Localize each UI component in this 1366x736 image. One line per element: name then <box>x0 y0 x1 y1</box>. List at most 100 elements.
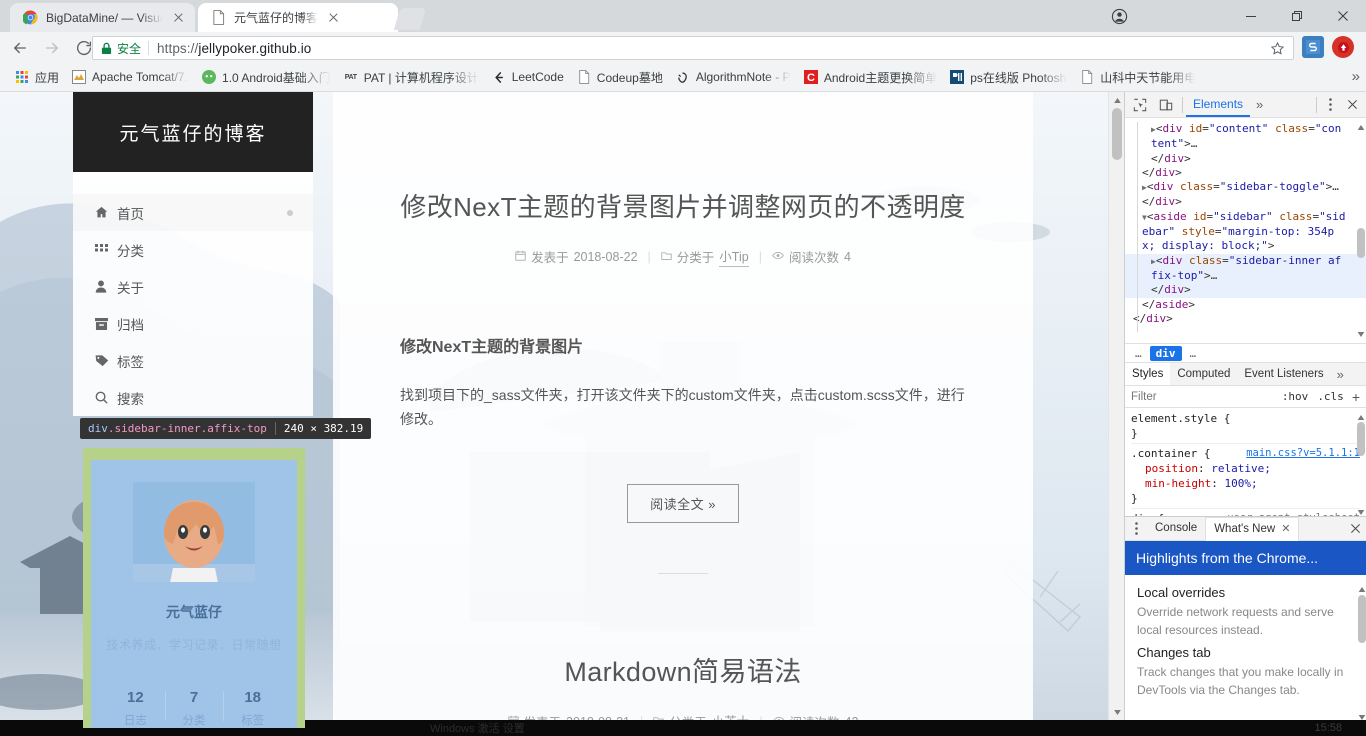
stat-posts[interactable]: 12 日志 <box>106 689 165 728</box>
post-category-link[interactable]: 小Tip <box>719 246 749 268</box>
filter-input[interactable]: Filter <box>1131 391 1273 403</box>
kebab-menu-icon[interactable] <box>1125 522 1147 535</box>
grid-icon <box>95 243 117 256</box>
styles-more-tabs-icon[interactable]: » <box>1331 367 1350 382</box>
bookmark-star-icon[interactable] <box>1270 41 1285 59</box>
stat-number: 18 <box>244 689 262 706</box>
post-category-link[interactable]: 小芝士 <box>712 711 750 720</box>
post-title[interactable]: 修改NexT主题的背景图片并调整网页的不透明度 <box>393 109 973 224</box>
minimize-icon[interactable] <box>1228 0 1274 32</box>
kebab-menu-icon[interactable] <box>1320 98 1340 111</box>
sidebar-item-home[interactable]: 首页 <box>73 194 313 231</box>
breadcrumb-item[interactable]: … <box>1184 346 1203 361</box>
back-icon[interactable] <box>4 32 36 63</box>
new-style-rule-button[interactable]: + <box>1352 389 1360 405</box>
dom-tree[interactable]: ▶<div id="content" class="content">… </di… <box>1125 118 1366 343</box>
bookmark-shanke[interactable]: 山科中天节能用电管理 <box>1073 66 1201 88</box>
style-rule[interactable]: element.style {} <box>1131 411 1360 444</box>
sidebar-item-tags[interactable]: 标签 <box>73 342 313 379</box>
forward-icon[interactable] <box>36 32 68 63</box>
drawer-tab-whats-new[interactable]: What's New ✕ <box>1205 516 1300 541</box>
page-scrollbar[interactable] <box>1108 92 1124 720</box>
devtools-close-icon[interactable] <box>1340 99 1364 110</box>
scroll-down-arrow-icon[interactable] <box>1109 704 1125 720</box>
dom-tree-node[interactable]: ▼<aside id="sidebar" class="sidebar" sty… <box>1125 210 1366 254</box>
post-title[interactable]: Markdown简易语法 <box>393 592 973 689</box>
dom-tree-node[interactable]: ▶<div class="sidebar-toggle">…</div> <box>1125 180 1366 210</box>
tab-close-icon[interactable] <box>171 10 187 26</box>
dom-tree-node[interactable]: </div> <box>1125 283 1366 298</box>
breadcrumb-item[interactable]: … <box>1129 346 1148 361</box>
scrollbar-thumb[interactable] <box>1357 422 1365 456</box>
dom-tree-node[interactable]: </div> <box>1125 166 1366 180</box>
stat-categories[interactable]: 7 分类 <box>164 689 224 728</box>
sidebar-item-categories[interactable]: 分类 <box>73 231 313 268</box>
style-declaration[interactable]: min-height: 100%; <box>1131 476 1360 491</box>
maximize-icon[interactable] <box>1274 0 1320 32</box>
cls-toggle[interactable]: .cls <box>1317 390 1344 403</box>
styles-rules[interactable]: element.style {} .container {main.css?v=5… <box>1125 408 1366 520</box>
browser-tab-2[interactable]: 元气蓝仔的博客 <box>198 3 398 32</box>
drawer-tab-console[interactable]: Console <box>1147 517 1205 540</box>
window-controls <box>1228 0 1366 32</box>
style-rule[interactable]: .container {main.css?v=5.1.1:1 position: … <box>1131 446 1360 509</box>
inspect-cursor-icon[interactable] <box>1127 93 1153 117</box>
dom-tree-node[interactable]: </div> <box>1125 312 1366 326</box>
profile-avatar-icon[interactable] <box>1099 0 1139 32</box>
scroll-up-arrow-icon[interactable] <box>1357 409 1365 424</box>
drawer-close-icon[interactable] <box>1343 523 1366 534</box>
devtools-tab-elements[interactable]: Elements <box>1186 92 1251 117</box>
browser-tab-1[interactable]: BigDataMine/ — Visual <box>10 3 195 32</box>
scroll-down-arrow-icon[interactable] <box>1358 707 1366 720</box>
extension-s-icon[interactable] <box>1302 36 1324 58</box>
leetcode-icon <box>491 69 507 85</box>
hov-toggle[interactable]: :hov <box>1282 390 1309 403</box>
stat-tags[interactable]: 18 标签 <box>223 689 282 728</box>
extension-arrow-icon[interactable] <box>1332 36 1354 58</box>
styles-scrollbar[interactable] <box>1355 408 1366 520</box>
scroll-down-arrow-icon[interactable] <box>1357 327 1365 341</box>
style-declaration[interactable]: position: relative; <box>1131 461 1360 476</box>
tab-styles[interactable]: Styles <box>1125 363 1171 385</box>
tab-computed[interactable]: Computed <box>1170 363 1237 385</box>
style-rule-source[interactable]: main.css?v=5.1.1:1 <box>1246 446 1360 461</box>
bookmark-android-theme[interactable]: C Android主题更换简单 <box>797 66 943 88</box>
dom-tree-node[interactable]: </aside> <box>1125 298 1366 312</box>
new-tab-button[interactable] <box>393 8 427 30</box>
tab-close-icon[interactable] <box>326 10 342 26</box>
bookmark-tomcat[interactable]: Apache Tomcat/7.0 <box>65 66 195 88</box>
bookmark-android-basic[interactable]: 1.0 Android基础入门 <box>195 66 337 88</box>
sidebar-item-archive[interactable]: 归档 <box>73 305 313 342</box>
dom-tree-node[interactable]: ▶<div id="content" class="content">… <box>1125 122 1366 152</box>
bookmark-apps[interactable]: 应用 <box>8 66 65 88</box>
breadcrumb-item-active[interactable]: div <box>1149 345 1182 361</box>
tab-event-listeners[interactable]: Event Listeners <box>1237 363 1330 385</box>
scroll-up-arrow-icon[interactable] <box>1358 579 1366 597</box>
bookmarks-overflow-icon[interactable]: » <box>1352 68 1360 85</box>
read-more-button[interactable]: 阅读全文 » <box>627 484 739 523</box>
bookmark-codeup[interactable]: Codeup墓地 <box>570 66 669 88</box>
stat-number: 12 <box>126 689 144 706</box>
device-toolbar-icon[interactable] <box>1153 93 1179 117</box>
address-bar[interactable]: 安全 https://jellypoker.github.io <box>92 36 1294 60</box>
close-icon[interactable]: ✕ <box>1281 518 1290 540</box>
whats-new-scrollbar[interactable] <box>1356 575 1366 720</box>
dom-tree-node[interactable]: </div> <box>1125 152 1366 166</box>
scroll-up-arrow-icon[interactable] <box>1357 120 1365 134</box>
bookmark-ps-online[interactable]: ps在线版 Photoshop <box>943 66 1073 88</box>
scrollbar-thumb[interactable] <box>1358 595 1366 643</box>
devtools-more-tabs-icon[interactable]: » <box>1250 97 1269 112</box>
dom-tree-scrollbar[interactable] <box>1355 118 1366 343</box>
scrollbar-thumb[interactable] <box>1112 108 1122 160</box>
post-category-prefix: 分类于 <box>676 251 715 266</box>
bookmark-algorithmnote[interactable]: AlgorithmNote - PA <box>669 66 797 88</box>
dom-tree-node[interactable]: ▶<div class="sidebar-inner affix-top">… <box>1125 253 1366 284</box>
style-rule-close: } <box>1131 427 1138 440</box>
scroll-up-arrow-icon[interactable] <box>1109 92 1125 108</box>
sidebar-item-search[interactable]: 搜索 <box>73 379 313 416</box>
close-icon[interactable] <box>1320 0 1366 32</box>
scrollbar-thumb[interactable] <box>1357 228 1365 258</box>
bookmark-leetcode[interactable]: LeetCode <box>485 66 570 88</box>
bookmark-pat[interactable]: PAT PAT | 计算机程序设计 <box>337 66 485 88</box>
sidebar-item-about[interactable]: 关于 <box>73 268 313 305</box>
